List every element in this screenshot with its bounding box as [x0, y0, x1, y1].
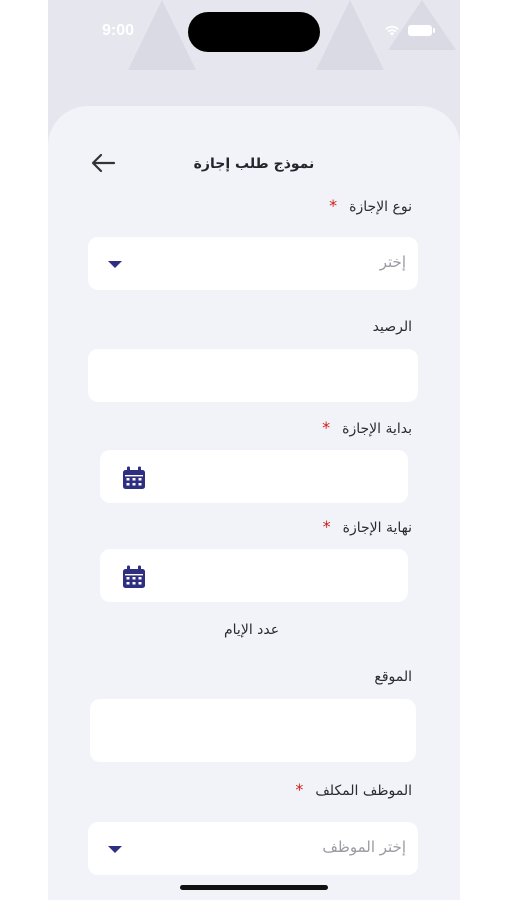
- battery-icon: [408, 24, 435, 36]
- required-mark: *: [295, 780, 304, 799]
- home-indicator: [180, 885, 328, 890]
- wifi-icon: [385, 25, 399, 36]
- leave-start-date-field[interactable]: [100, 450, 408, 503]
- required-mark: *: [322, 517, 331, 536]
- assigned-employee-placeholder: إختر الموظف: [322, 838, 406, 856]
- balance-label: الرصيد: [372, 319, 412, 335]
- leave-type-placeholder: إختر: [379, 253, 406, 271]
- location-field[interactable]: [90, 699, 416, 762]
- leave-type-label: نوع الإجازة*: [329, 196, 412, 215]
- chevron-down-icon: [108, 846, 122, 853]
- dynamic-island: [188, 12, 320, 52]
- balance-field[interactable]: [88, 349, 418, 402]
- leave-start-label: بداية الإجازة*: [322, 418, 412, 437]
- background-decoration: [316, 0, 384, 70]
- page-title: نموذج طلب إجازة: [193, 156, 315, 172]
- calendar-icon[interactable]: [122, 565, 146, 589]
- calendar-icon[interactable]: [122, 466, 146, 490]
- chevron-down-icon: [108, 261, 122, 268]
- required-mark: *: [322, 418, 331, 437]
- background-decoration: [128, 0, 196, 70]
- leave-end-label: نهاية الإجازة*: [322, 517, 412, 536]
- form-card: نموذج طلب إجازة نوع الإجازة* إختر الرصيد…: [48, 106, 460, 900]
- assigned-employee-select[interactable]: إختر الموظف: [88, 822, 418, 875]
- status-time: 9:00: [102, 22, 135, 39]
- days-count-label: عدد الإيام: [224, 622, 280, 638]
- required-mark: *: [329, 196, 338, 215]
- phone-screen: 9:00 نموذج طلب إجازة نوع الإجازة* إختر ا…: [48, 0, 460, 900]
- assigned-employee-label: الموظف المكلف*: [295, 780, 412, 799]
- leave-end-date-field[interactable]: [100, 549, 408, 602]
- location-label: الموقع: [374, 669, 412, 685]
- leave-type-select[interactable]: إختر: [88, 237, 418, 290]
- status-icons: [384, 24, 435, 36]
